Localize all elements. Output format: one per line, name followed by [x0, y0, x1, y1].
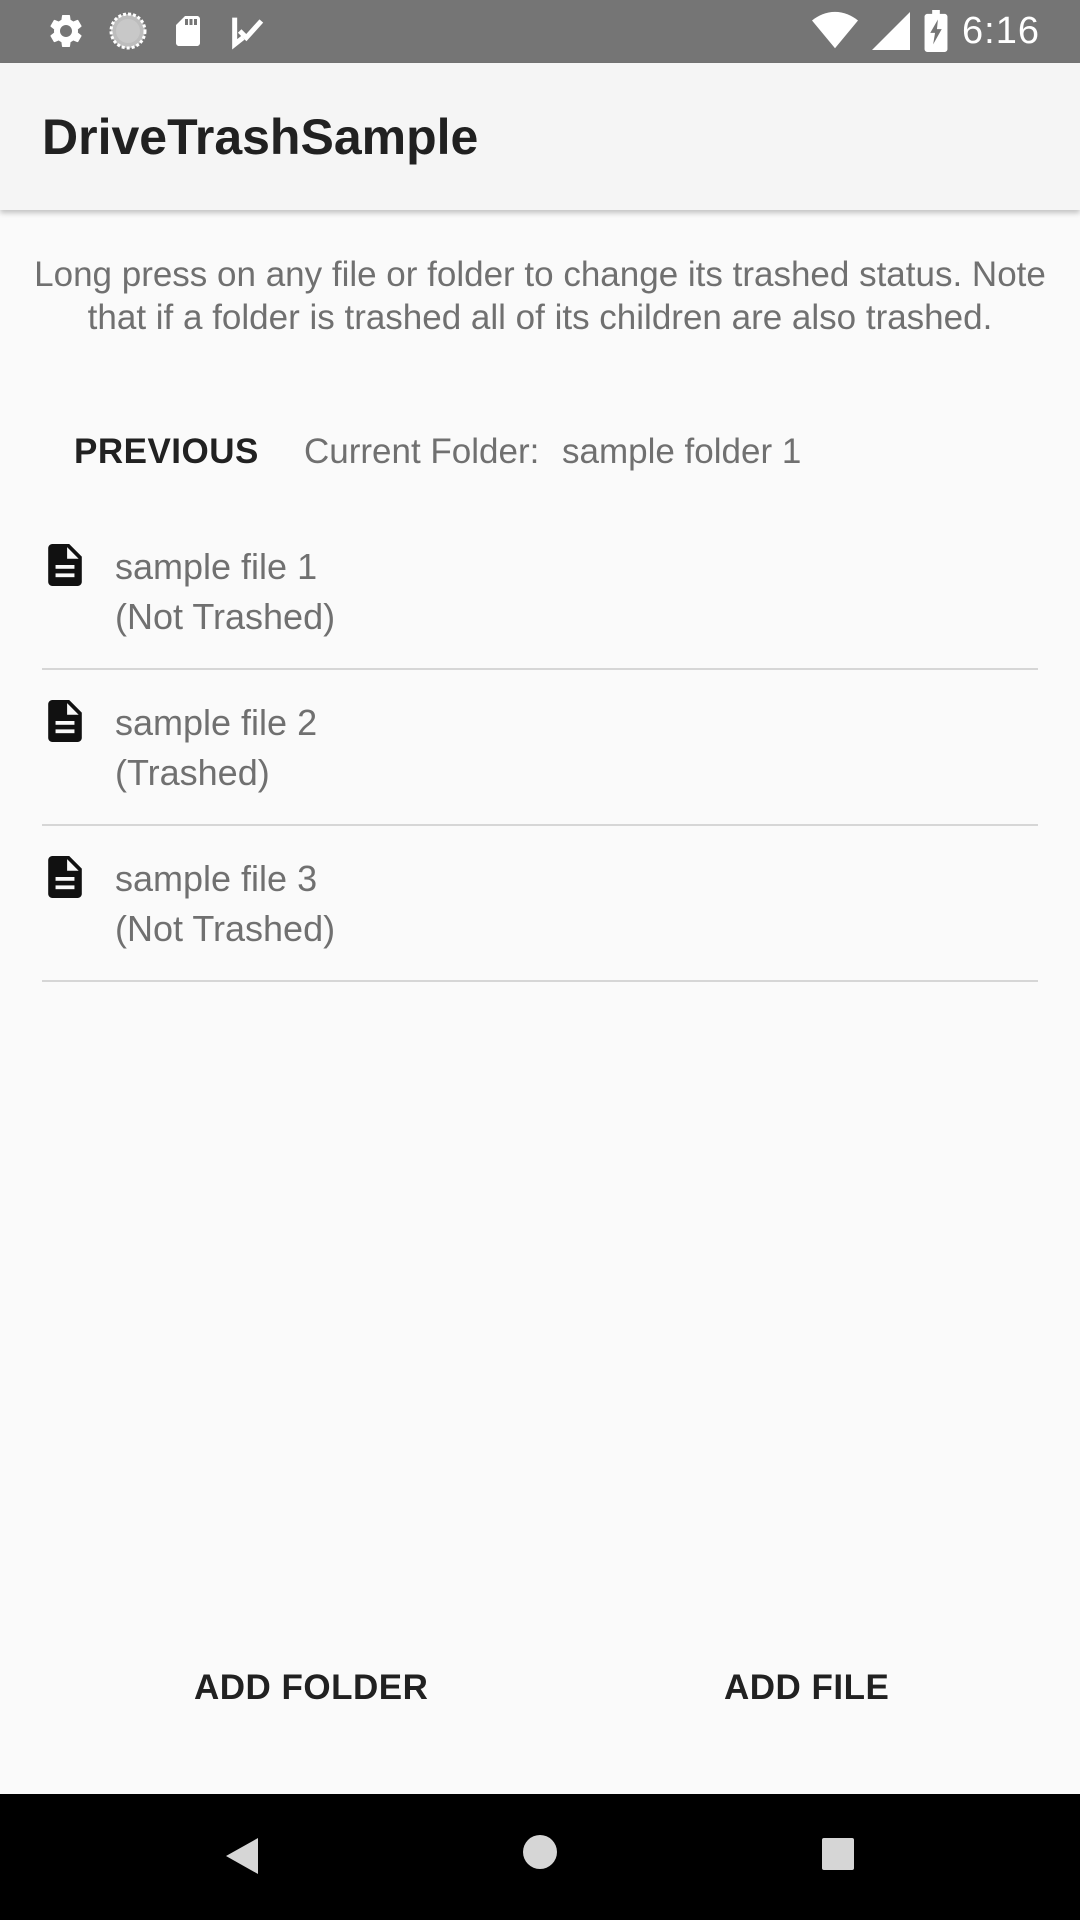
- file-status: (Not Trashed): [115, 596, 336, 637]
- status-icons-left: [46, 11, 268, 51]
- file-icon: [48, 856, 82, 898]
- back-icon[interactable]: [224, 1836, 260, 1876]
- status-icons-right: 6:16: [812, 8, 1040, 54]
- list-item[interactable]: sample file 3 (Not Trashed): [42, 826, 1038, 982]
- check-icon: [232, 17, 264, 50]
- settings-icon: [50, 14, 82, 47]
- sync-icon: [109, 12, 147, 50]
- signal-icon: [872, 12, 911, 50]
- app-title: DriveTrashSample: [42, 109, 479, 165]
- system-nav-bar: [0, 1794, 1080, 1920]
- current-folder-name: sample folder 1: [562, 432, 802, 471]
- recents-icon[interactable]: [822, 1838, 854, 1870]
- list-item[interactable]: sample file 2 (Trashed): [42, 670, 1038, 826]
- file-status: (Not Trashed): [115, 908, 336, 949]
- file-icon: [48, 700, 82, 742]
- file-status: (Trashed): [115, 752, 270, 793]
- list-item[interactable]: sample file 1 (Not Trashed): [42, 514, 1038, 670]
- file-name: sample file 1: [115, 546, 318, 587]
- file-name: sample file 2: [115, 702, 318, 743]
- instructions-text: Long press on any file or folder to chan…: [34, 255, 1046, 337]
- previous-button[interactable]: PREVIOUS: [74, 432, 259, 472]
- file-icon: [48, 544, 82, 586]
- sd-card-icon: [176, 16, 200, 46]
- add-file-button[interactable]: ADD FILE: [724, 1668, 889, 1708]
- add-folder-button[interactable]: ADD FOLDER: [194, 1668, 428, 1708]
- battery-charging-icon: [924, 10, 948, 52]
- status-time: 6:16: [962, 9, 1040, 52]
- wifi-icon: [812, 11, 859, 49]
- current-folder-label: Current Folder:: [304, 432, 540, 471]
- file-list: sample file 1 (Not Trashed) sample file …: [42, 514, 1038, 982]
- app-bar: DriveTrashSample: [0, 63, 1080, 210]
- file-name: sample file 3: [115, 858, 318, 899]
- folder-nav-row: PREVIOUS Current Folder: sample folder 1: [0, 428, 1080, 478]
- status-bar: 6:16: [0, 0, 1080, 63]
- home-icon[interactable]: [522, 1834, 558, 1870]
